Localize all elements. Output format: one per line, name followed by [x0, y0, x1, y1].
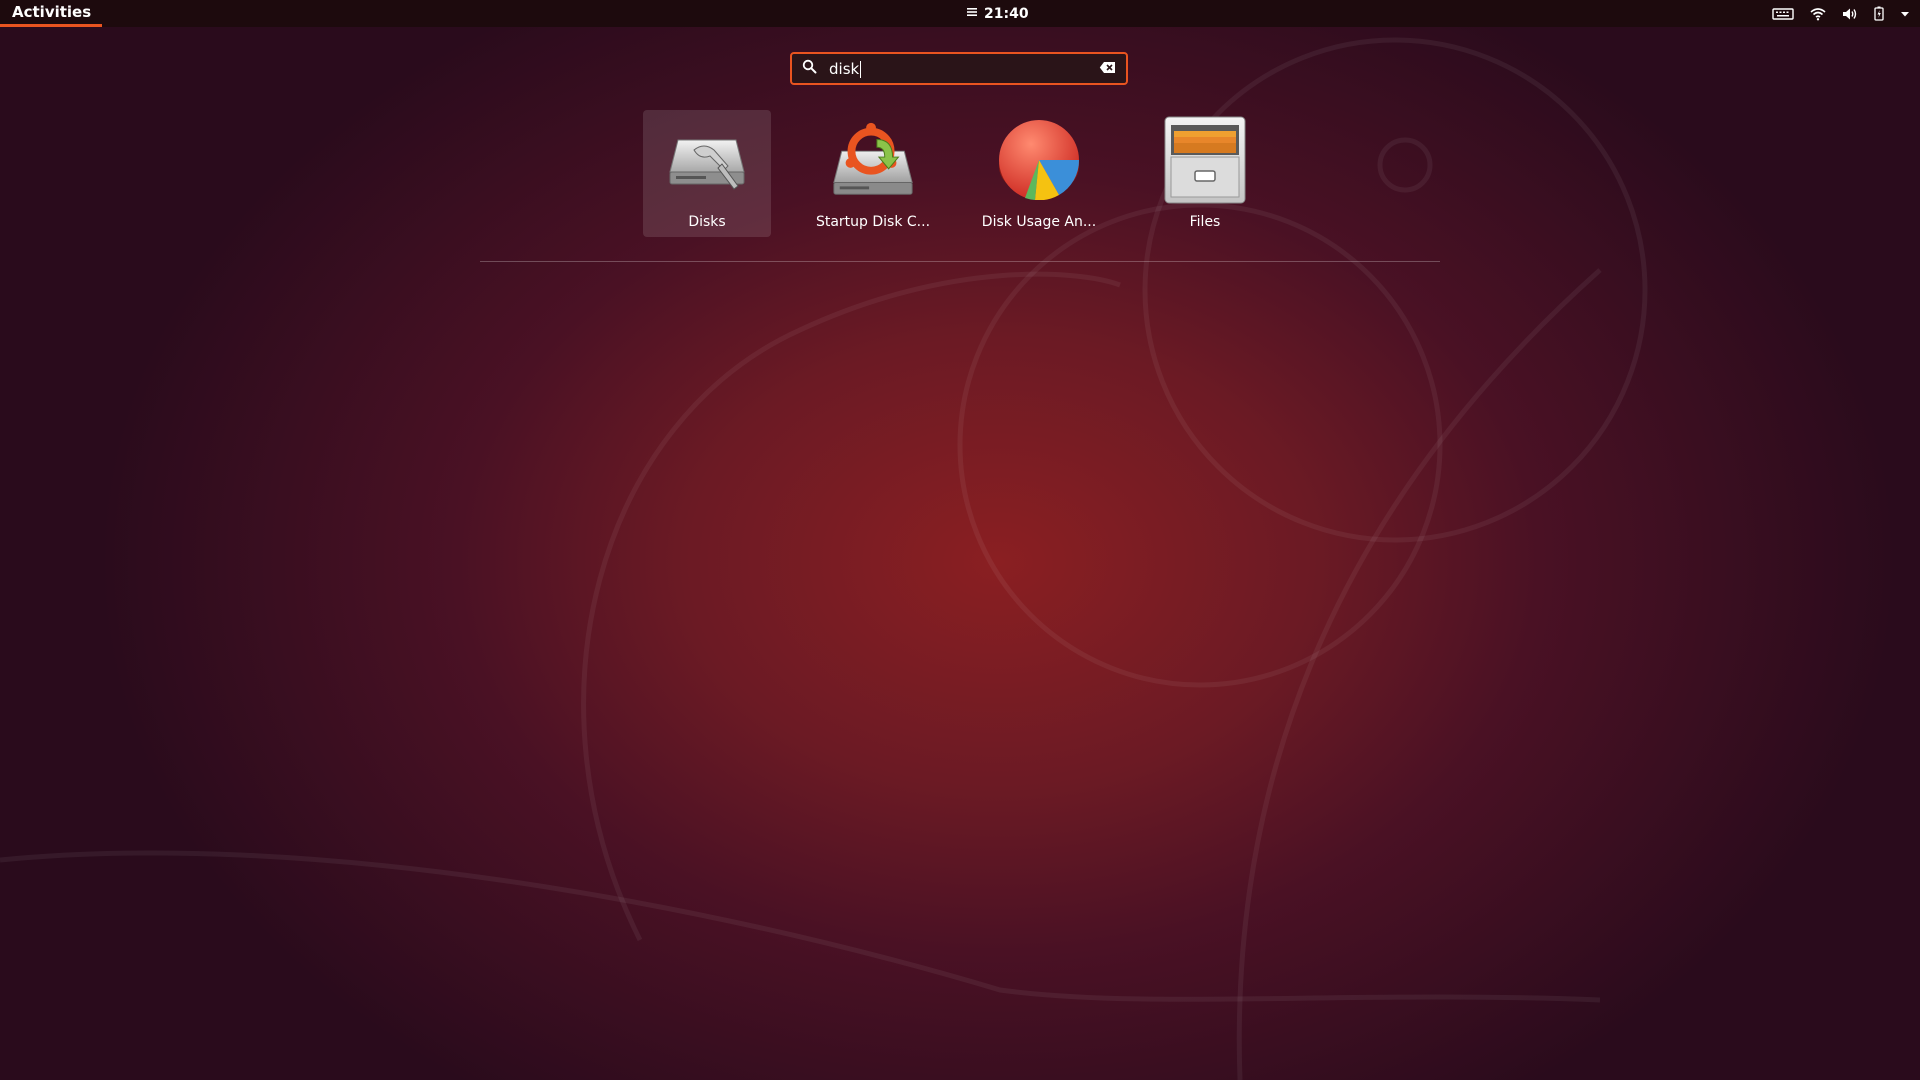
- results-separator: [480, 261, 1440, 262]
- clock-button[interactable]: 21:40: [966, 0, 1029, 27]
- disk-usage-analyzer-icon: [994, 115, 1084, 205]
- activities-button[interactable]: Activities: [0, 0, 103, 27]
- clear-text-icon[interactable]: [1099, 59, 1116, 78]
- wifi-icon[interactable]: [1810, 7, 1826, 21]
- app-result-label: Files: [1189, 214, 1221, 230]
- disks-icon: [662, 115, 752, 205]
- text-cursor: [860, 60, 862, 78]
- system-tray[interactable]: [1772, 0, 1910, 27]
- app-result-disk-usage-analyzer[interactable]: Disk Usage An...: [975, 110, 1103, 237]
- app-result-label: Disks: [688, 214, 726, 230]
- app-result-label: Startup Disk C...: [815, 214, 931, 230]
- volume-icon[interactable]: [1842, 7, 1858, 21]
- app-result-disks[interactable]: Disks: [643, 110, 771, 237]
- battery-icon[interactable]: [1874, 6, 1884, 21]
- search-results: Disks Startup Disk C... Disk Usage An...…: [643, 110, 1269, 237]
- startup-disk-creator-icon: [828, 115, 918, 205]
- app-result-label: Disk Usage An...: [981, 214, 1097, 230]
- system-menu-arrow-icon[interactable]: [1900, 10, 1910, 18]
- activities-label: Activities: [12, 3, 92, 21]
- search-input[interactable]: disk: [829, 60, 859, 78]
- top-bar: Activities 21:40: [0, 0, 1920, 27]
- app-result-startup-disk-creator[interactable]: Startup Disk C...: [809, 110, 937, 237]
- app-result-files[interactable]: Files: [1141, 110, 1269, 237]
- notifications-menu-icon: [966, 6, 978, 22]
- files-icon: [1160, 115, 1250, 205]
- keyboard-icon[interactable]: [1772, 7, 1794, 21]
- clock-label: 21:40: [984, 5, 1029, 22]
- search-icon: [802, 59, 817, 78]
- search-field[interactable]: disk: [790, 52, 1128, 85]
